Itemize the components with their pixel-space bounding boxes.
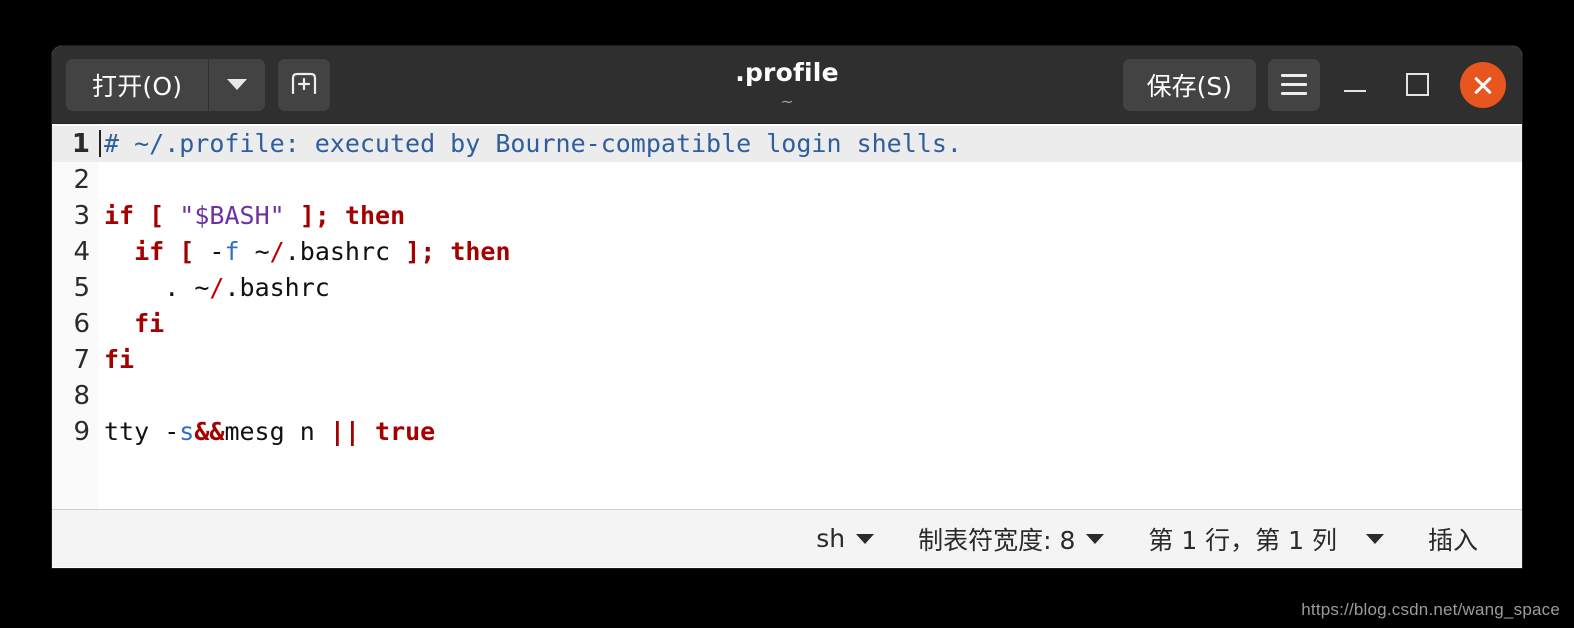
open-button[interactable]: 打开(O)	[66, 58, 209, 111]
code-line[interactable]: fi	[99, 306, 1522, 342]
chevron-down-icon	[1365, 533, 1384, 544]
line-number: 3	[73, 201, 90, 231]
watermark-text: https://blog.csdn.net/wang_space	[1301, 600, 1560, 619]
header-right-group: 保存(S)	[1122, 58, 1508, 112]
language-mode-selector[interactable]: sh	[794, 524, 896, 553]
status-bar: sh 制表符宽度: 8 第 1 行，第 1 列 插入	[52, 509, 1522, 567]
new-tab-plus-icon	[290, 70, 318, 99]
screenshot-root: .profile ~ 打开(O) 保存(S) 1 2 3 4 5 6 7 8 9…	[0, 0, 1574, 628]
code-line[interactable]: if [ -f ~/.bashrc ]; then	[99, 234, 1522, 270]
line-number: 7	[73, 345, 90, 375]
close-button[interactable]	[1460, 61, 1506, 108]
editor-area[interactable]: 1 2 3 4 5 6 7 8 9 # ~/.profile: executed…	[52, 124, 1522, 509]
tab-width-selector[interactable]: 制表符宽度: 8	[896, 521, 1126, 557]
code-line[interactable]	[99, 378, 1522, 414]
cursor-position-label: 第 1 行，第 1 列	[1148, 525, 1337, 555]
chevron-down-icon	[227, 79, 248, 90]
line-number: 1	[52, 126, 99, 162]
header-left-group: 打开(O)	[66, 58, 331, 111]
open-split-button: 打开(O)	[66, 58, 266, 111]
language-mode-label: sh	[816, 524, 846, 553]
minimize-button[interactable]	[1328, 58, 1382, 112]
line-number: 9	[73, 417, 90, 447]
window-subtitle: ~	[780, 91, 794, 111]
close-icon	[1472, 74, 1494, 96]
line-number: 5	[73, 273, 90, 303]
text-cursor	[99, 130, 101, 157]
line-number: 6	[73, 309, 90, 339]
insert-mode-indicator: 插入	[1427, 525, 1478, 555]
code-line[interactable]: # ~/.profile: executed by Bourne-compati…	[99, 126, 1522, 162]
text-editor-window: .profile ~ 打开(O) 保存(S) 1 2 3 4 5 6 7 8 9…	[52, 46, 1522, 568]
hamburger-menu-icon-bar3	[1281, 92, 1307, 95]
line-number: 4	[73, 237, 90, 267]
chevron-down-icon	[856, 533, 875, 544]
maximize-icon	[1405, 73, 1429, 96]
new-document-button[interactable]	[278, 58, 331, 111]
code-line[interactable]: . ~/.bashrc	[99, 270, 1522, 306]
maximize-button[interactable]	[1390, 58, 1444, 112]
cursor-position-selector[interactable]: 第 1 行，第 1 列	[1126, 521, 1406, 557]
code-text-content[interactable]: # ~/.profile: executed by Bourne-compati…	[99, 124, 1522, 509]
hamburger-menu-icon-bar2	[1281, 83, 1307, 86]
open-dropdown-button[interactable]	[209, 58, 266, 111]
line-number-gutter: 1 2 3 4 5 6 7 8 9	[52, 124, 99, 509]
code-line[interactable]: if [ "$BASH" ]; then	[99, 198, 1522, 234]
hamburger-menu-icon	[1281, 74, 1307, 77]
code-line[interactable]	[99, 162, 1522, 198]
line-number: 8	[73, 381, 90, 411]
code-line[interactable]: tty -s&&mesg n || true	[99, 414, 1522, 450]
save-button[interactable]: 保存(S)	[1122, 58, 1256, 111]
code-line[interactable]: fi	[99, 342, 1522, 378]
line-number: 2	[73, 165, 90, 195]
page-title: .profile	[735, 57, 839, 87]
window-header-bar: .profile ~ 打开(O) 保存(S)	[52, 46, 1522, 124]
tab-width-label: 制表符宽度: 8	[918, 525, 1076, 555]
minimize-icon	[1344, 89, 1366, 92]
main-menu-button[interactable]	[1268, 58, 1320, 111]
chevron-down-icon	[1086, 533, 1105, 544]
